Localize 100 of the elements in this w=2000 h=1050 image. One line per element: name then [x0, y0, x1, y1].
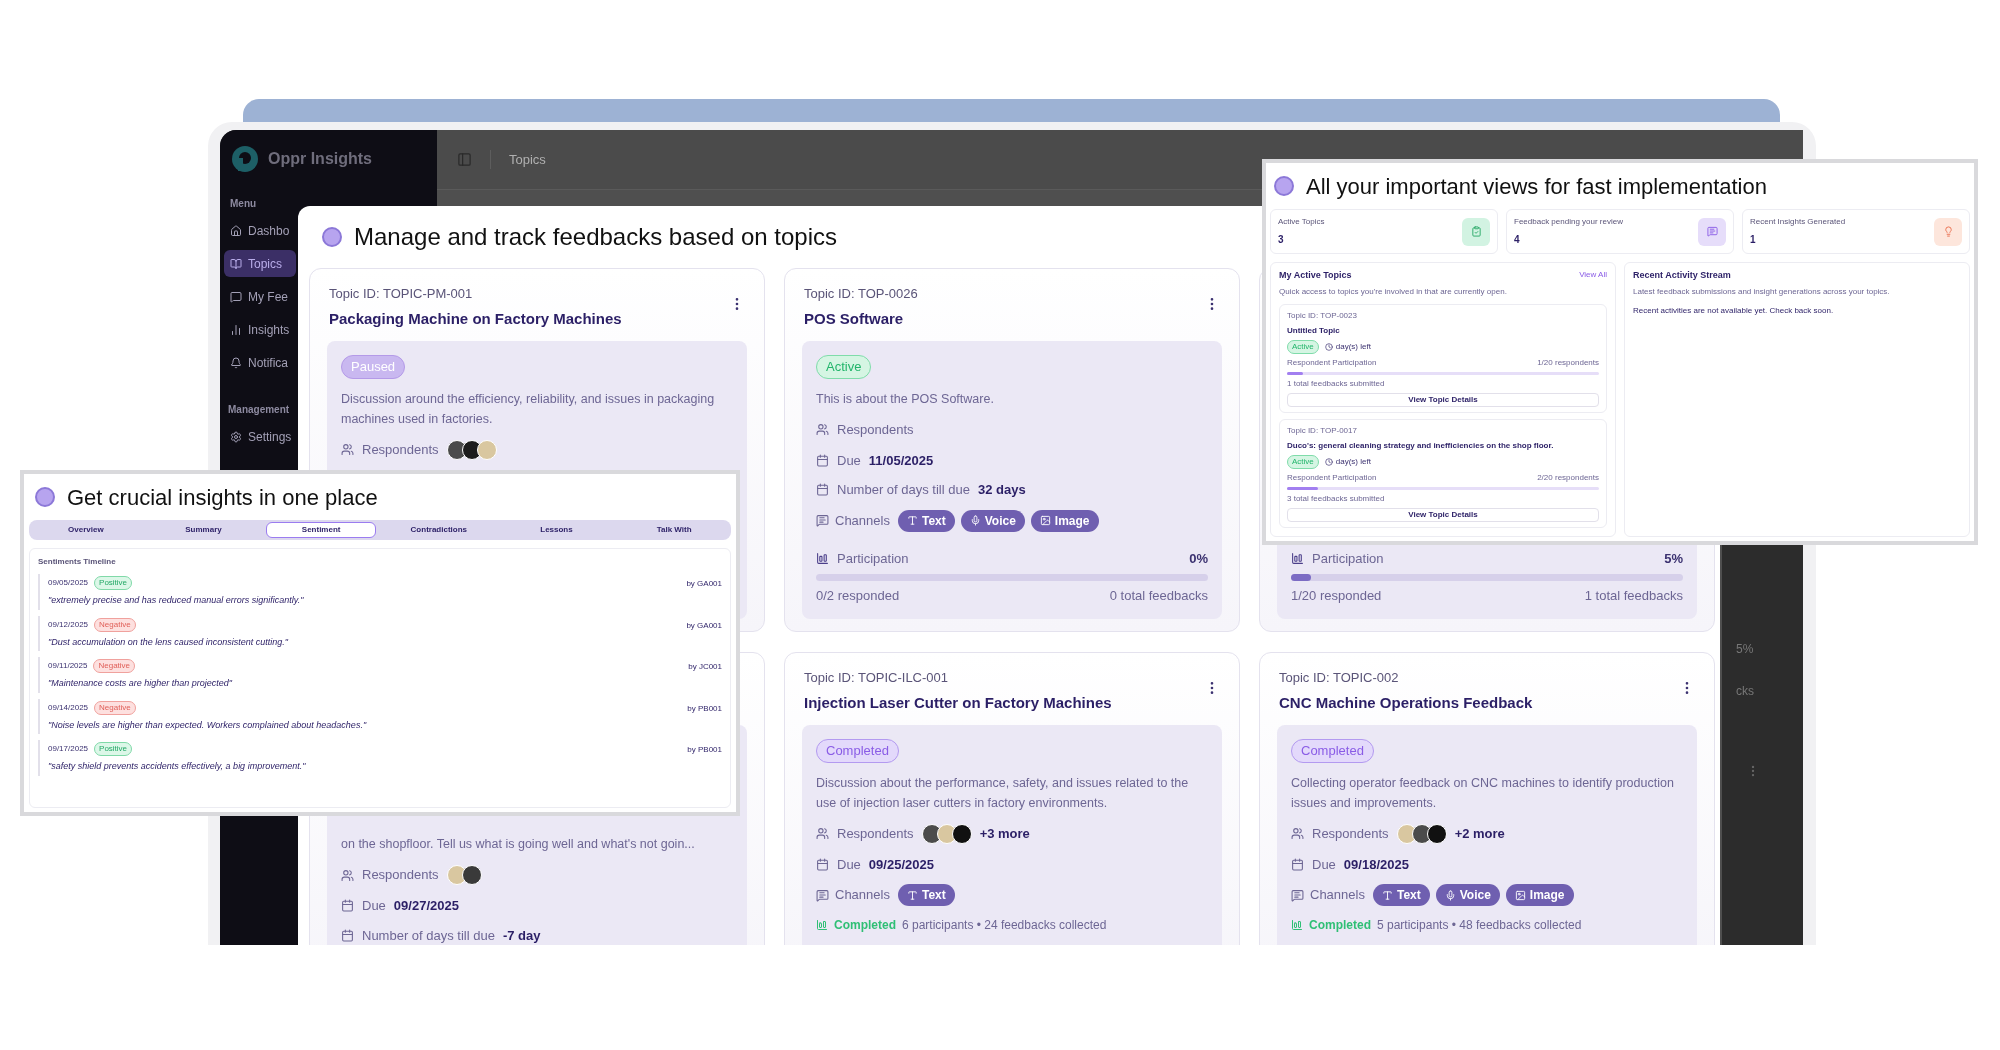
author-label: by PB001: [687, 744, 722, 756]
channel-icon: [906, 515, 918, 526]
sentiment-badge: Positive: [94, 742, 133, 756]
channels-label: Channels: [1310, 886, 1365, 905]
topic-title: Injection Laser Cutter on Factory Machines: [804, 692, 1112, 713]
channel-label: Text: [921, 512, 946, 530]
faded-text: cks: [1736, 683, 1755, 700]
calendar-icon: [341, 899, 354, 913]
participation-value: 0%: [1189, 550, 1208, 568]
management-heading: Management: [227, 403, 291, 417]
time-left: day(s) left: [1335, 340, 1371, 353]
empty-message: Recent activities are not available yet. Check back soon.: [1633, 304, 1835, 317]
topic-title: CNC Machine Operations Feedback: [1279, 692, 1533, 713]
view-details-button[interactable]: View Topic Details: [1287, 392, 1599, 407]
status-badge: Completed: [1291, 739, 1374, 763]
stat-value: 3: [1278, 233, 1285, 247]
bell-icon: [230, 356, 242, 369]
channel-icon: [1039, 515, 1051, 526]
home-icon: [230, 224, 242, 237]
channel-icon: [1444, 889, 1456, 901]
entry-date: 09/11/2025: [48, 660, 88, 672]
view-details-button[interactable]: View Topic Details: [1287, 507, 1599, 522]
more-respondents: +2 more: [1454, 824, 1505, 843]
channels-label: Channels: [835, 511, 890, 530]
sidebar-label: Topics: [248, 255, 282, 273]
calendar-icon: [816, 857, 829, 871]
sidebar-item[interactable]: Dashbo: [224, 217, 296, 244]
due-date: 09/18/2025: [1343, 855, 1409, 874]
sidebar-label: Insights: [248, 321, 290, 339]
chart-icon: [816, 919, 828, 931]
view-all-link[interactable]: View All: [1579, 269, 1607, 283]
stat-label: Active Topics: [1278, 216, 1326, 228]
bullet-icon: [1274, 176, 1294, 196]
message-icon: [1291, 888, 1304, 902]
feedbacks-submitted: 3 total feedbacks submitted: [1287, 492, 1386, 505]
sidebar-label: Notifica: [248, 354, 288, 372]
sidebar-label: My Fee: [248, 288, 288, 306]
days-label: Number of days till due: [362, 926, 495, 945]
calendar-icon: [816, 453, 829, 467]
completion-summary: 5 participants • 48 feedbacks collected: [1377, 917, 1582, 934]
channel-label: Text: [921, 887, 946, 904]
topic-title: Untitled Topic: [1287, 324, 1341, 337]
stat-value: 4: [1514, 233, 1521, 247]
due-date: 09/25/2025: [868, 855, 934, 874]
total-feedbacks: 0 total feedbacks: [1109, 586, 1208, 605]
faded-percentage: 5%: [1736, 641, 1755, 658]
participation-label: Respondent Participation: [1287, 356, 1377, 369]
book-icon: [230, 257, 242, 270]
feedback-quote: "extremely precise and has reduced manual errors significantly.": [48, 594, 305, 607]
entry-date: 09/17/2025: [48, 743, 89, 755]
topic-description: Discussion around the efficiency, reliability, and issues in packaging machines used in factories.: [341, 390, 716, 428]
logo-icon: [230, 144, 260, 174]
chart-icon: [1291, 552, 1304, 566]
respondents-label: Respondents: [362, 440, 439, 459]
sidebar-item[interactable]: My Fee: [224, 283, 296, 310]
channel-icon: [1514, 889, 1526, 901]
bullet-icon: [35, 487, 55, 507]
topic-id: Topic ID: TOPIC-PM-001: [329, 285, 474, 303]
sidebar-item[interactable]: Topics: [224, 250, 296, 277]
sidebar-item[interactable]: Notifica: [224, 349, 296, 376]
users-icon: [816, 423, 829, 436]
total-feedbacks: 1 total feedbacks: [1584, 586, 1683, 605]
completion-status: Completed: [1309, 917, 1371, 934]
channel-label: Image: [1529, 887, 1565, 904]
stat-value: 1: [1750, 233, 1757, 247]
status-badge: Paused: [341, 355, 406, 379]
feedback-quote: "safety shield prevents accidents effectively, a big improvement.": [48, 760, 307, 773]
completion-status: Completed: [834, 917, 896, 934]
tab[interactable]: Talk With: [619, 522, 729, 538]
feedback-quote: "Noise levels are higher than expected. Workers complained about headaches.": [48, 718, 368, 732]
message-icon: [816, 514, 829, 527]
entry-date: 09/14/2025: [48, 701, 89, 714]
topic-description: on the shopfloor. Tell us what is going well and what's not goin...: [341, 836, 696, 853]
sidebar-item[interactable]: Insights: [224, 316, 296, 343]
tab[interactable]: Lessons: [501, 522, 612, 538]
breadcrumb: Topics: [490, 149, 546, 170]
users-icon: [816, 827, 829, 840]
channel-label: Voice: [1459, 887, 1491, 904]
responded-count: 1/20 responded: [1291, 586, 1382, 605]
sidebar-toggle-icon[interactable]: [457, 152, 472, 167]
author-label: by GA001: [686, 619, 722, 632]
tab[interactable]: Summary: [148, 522, 259, 538]
respondents-label: Respondents: [362, 866, 439, 885]
due-label: Due: [1312, 855, 1336, 874]
entry-date: 09/05/2025: [48, 577, 89, 589]
clock-icon: [1324, 342, 1333, 351]
author-label: by GA001: [686, 578, 722, 590]
due-label: Due: [837, 855, 861, 874]
brand-name: Oppr Insights: [268, 149, 372, 169]
sidebar-item[interactable]: Settings: [224, 423, 296, 450]
menu-heading: Menu: [229, 197, 258, 211]
due-date: 11/05/2025: [868, 451, 934, 470]
tab[interactable]: Sentiment: [266, 522, 376, 538]
users-icon: [341, 443, 354, 456]
tab[interactable]: Contradictions: [384, 522, 494, 538]
tab[interactable]: Overview: [31, 522, 141, 538]
calendar-icon: [341, 928, 354, 942]
due-label: Due: [837, 451, 861, 470]
respondents-label: Respondents: [837, 420, 914, 439]
channel-icon: [1381, 889, 1393, 901]
